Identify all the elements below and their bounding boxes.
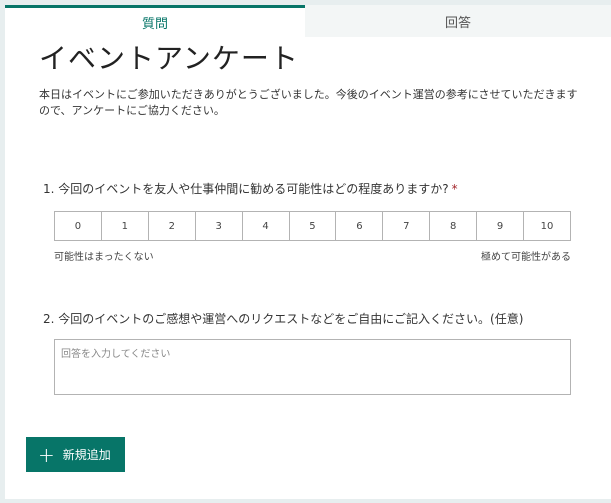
scale-option-4[interactable]: 4: [242, 212, 290, 240]
form-card: イベントアンケート 本日はイベントにご参加いただきありがとうございました。今後の…: [5, 37, 611, 499]
scale-option-7[interactable]: 7: [383, 212, 431, 240]
scale-option-1[interactable]: 1: [101, 212, 149, 240]
question-1-title[interactable]: 1. 今回のイベントを友人や仕事仲間に勧める可能性はどの程度ありますか? *: [43, 180, 458, 197]
scale-option-5[interactable]: 5: [289, 212, 337, 240]
answer-input[interactable]: [54, 339, 571, 395]
add-new-button[interactable]: + 新規追加: [26, 437, 125, 472]
scale-option-3[interactable]: 3: [195, 212, 243, 240]
tab-questions-label: 質問: [141, 17, 168, 32]
rating-scale: 0 1 2 3 4 5 6 7 8 9 10: [54, 211, 571, 241]
scale-option-10[interactable]: 10: [524, 212, 570, 240]
scale-option-9[interactable]: 9: [477, 212, 525, 240]
plus-icon: +: [38, 442, 55, 467]
scale-low-label: 可能性はまったくない: [54, 252, 154, 263]
tab-bar: 質問 回答: [5, 5, 611, 37]
scale-high-label: 極めて可能性がある: [481, 252, 571, 263]
form-title[interactable]: イベントアンケート: [39, 37, 299, 77]
tab-responses-label: 回答: [444, 15, 471, 31]
scale-option-6[interactable]: 6: [336, 212, 384, 240]
question-2-title[interactable]: 2. 今回のイベントのご感想や運営へのリクエストなどをご自由にご記入ください。(…: [43, 310, 523, 327]
scale-option-2[interactable]: 2: [148, 212, 196, 240]
required-mark: *: [451, 182, 458, 196]
form-description[interactable]: 本日はイベントにご参加いただきありがとうございました。今後のイベント運営の参考に…: [39, 87, 585, 119]
question-1-text: 1. 今回のイベントを友人や仕事仲間に勧める可能性はどの程度ありますか?: [43, 182, 449, 196]
scale-option-8[interactable]: 8: [430, 212, 478, 240]
tab-questions[interactable]: 質問: [5, 5, 305, 37]
add-new-label: 新規追加: [62, 448, 111, 462]
scale-option-0[interactable]: 0: [55, 212, 102, 240]
tab-responses[interactable]: 回答: [305, 5, 611, 37]
